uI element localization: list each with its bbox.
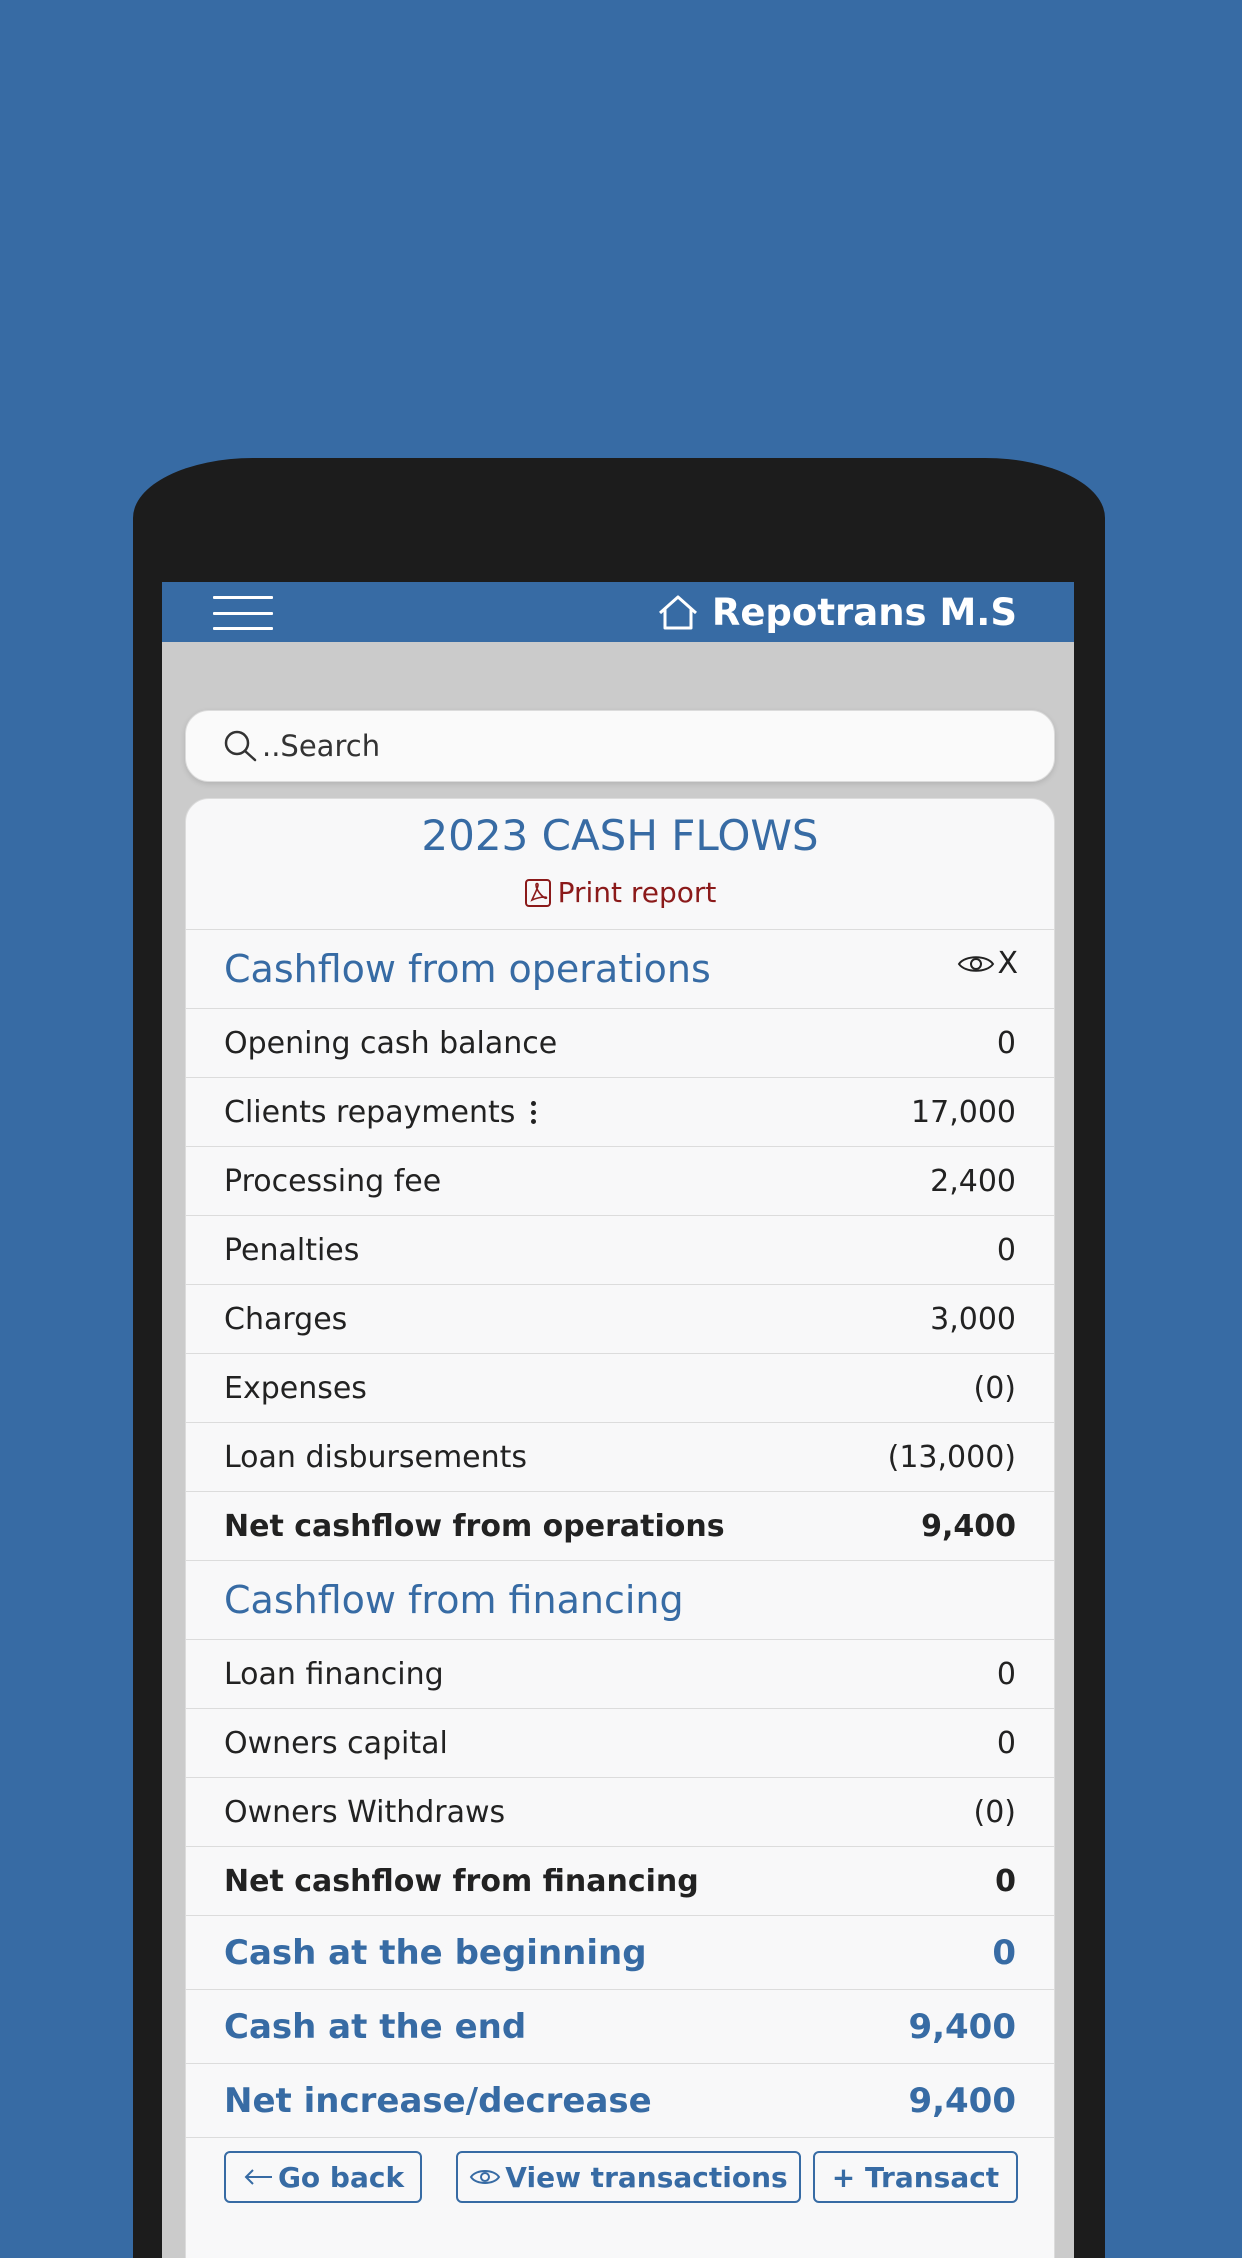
operations-total-row: Net cashflow from operations 9,400 bbox=[186, 1491, 1054, 1560]
table-row: Loan disbursements (13,000) bbox=[186, 1422, 1054, 1491]
home-icon bbox=[658, 595, 697, 630]
row-value: (0) bbox=[973, 1794, 1017, 1830]
row-label: Owners capital bbox=[224, 1725, 448, 1761]
row-value: 9,400 bbox=[908, 2080, 1016, 2121]
table-row: Loan financing 0 bbox=[186, 1639, 1054, 1708]
cash-end-row: Cash at the end 9,400 bbox=[186, 1989, 1054, 2063]
eye-icon bbox=[958, 955, 995, 972]
go-back-label: Go back bbox=[277, 2160, 405, 2194]
row-label: Loan disbursements bbox=[224, 1439, 528, 1475]
pdf-icon bbox=[524, 879, 551, 907]
table-row: Owners Withdraws (0) bbox=[186, 1777, 1054, 1846]
table-row: Expenses (0) bbox=[186, 1353, 1054, 1422]
table-row: Opening cash balance 0 bbox=[186, 1008, 1054, 1077]
financing-heading-text: Cashflow from financing bbox=[224, 1578, 684, 1622]
search-input[interactable] bbox=[262, 729, 1022, 763]
toggle-visibility-button[interactable]: X bbox=[957, 946, 1018, 981]
eye-icon bbox=[470, 2170, 501, 2184]
more-options-icon[interactable] bbox=[527, 1099, 540, 1126]
table-row: Owners capital 0 bbox=[186, 1708, 1054, 1777]
row-label: Processing fee bbox=[224, 1163, 442, 1199]
arrow-left-icon bbox=[244, 2169, 272, 2185]
transact-button[interactable]: + Transact bbox=[813, 2151, 1018, 2203]
search-icon bbox=[224, 730, 257, 762]
search-bar bbox=[185, 710, 1055, 782]
print-report-link[interactable]: Print report bbox=[186, 873, 1054, 913]
cash-beginning-row: Cash at the beginning 0 bbox=[186, 1915, 1054, 1989]
row-label: Clients repayments bbox=[224, 1094, 516, 1130]
table-row: Charges 3,000 bbox=[186, 1284, 1054, 1353]
row-label: Expenses bbox=[224, 1370, 367, 1406]
row-value: 0 bbox=[995, 1863, 1016, 1899]
row-label: Net cashflow from operations bbox=[224, 1508, 725, 1544]
transact-label: + Transact bbox=[831, 2160, 1000, 2194]
table-row: Clients repayments 17,000 bbox=[186, 1077, 1054, 1146]
row-value: (0) bbox=[973, 1370, 1017, 1406]
brand-link[interactable]: Repotrans M.S bbox=[656, 582, 1017, 642]
row-label: Penalties bbox=[224, 1232, 360, 1268]
phone-frame: Repotrans M.S 2023 CASH FLOWS Print repo… bbox=[133, 458, 1105, 2258]
row-value: (13,000) bbox=[887, 1439, 1016, 1475]
financing-heading: Cashflow from financing bbox=[186, 1560, 1054, 1639]
row-value: 9,400 bbox=[921, 1508, 1016, 1544]
go-back-button[interactable]: Go back bbox=[224, 2151, 422, 2203]
row-value: 9,400 bbox=[908, 2006, 1016, 2047]
row-value: 0 bbox=[996, 1232, 1016, 1268]
row-label: Cash at the beginning bbox=[224, 1932, 647, 1973]
row-label: Loan financing bbox=[224, 1656, 444, 1692]
row-label: Opening cash balance bbox=[224, 1025, 558, 1061]
row-value: 0 bbox=[992, 1932, 1016, 1973]
menu-icon[interactable] bbox=[213, 596, 273, 630]
print-report-label: Print report bbox=[557, 876, 717, 909]
net-change-row: Net increase/decrease 9,400 bbox=[186, 2063, 1054, 2137]
row-label: Owners Withdraws bbox=[224, 1794, 506, 1830]
row-label: Net cashflow from financing bbox=[224, 1863, 699, 1899]
row-value: 0 bbox=[996, 1656, 1016, 1692]
row-value: 0 bbox=[996, 1025, 1016, 1061]
view-transactions-button[interactable]: View transactions bbox=[456, 2151, 801, 2203]
table-row: Processing fee 2,400 bbox=[186, 1146, 1054, 1215]
row-value: 2,400 bbox=[930, 1163, 1016, 1199]
cashflow-card: 2023 CASH FLOWS Print report Cashflow fr… bbox=[185, 798, 1055, 2258]
report-title: 2023 CASH FLOWS bbox=[421, 811, 819, 860]
view-transactions-label: View transactions bbox=[505, 2160, 788, 2194]
row-label: Cash at the end bbox=[224, 2006, 527, 2047]
row-value: 17,000 bbox=[911, 1094, 1016, 1130]
operations-heading: Cashflow from operations X bbox=[186, 929, 1054, 1008]
action-bar: Go back View transactions + Transact bbox=[186, 2137, 1054, 2217]
brand-title: Repotrans M.S bbox=[711, 590, 1017, 634]
app-bar: Repotrans M.S bbox=[162, 582, 1074, 642]
toggle-close-label: X bbox=[997, 946, 1018, 981]
operations-heading-text: Cashflow from operations bbox=[224, 947, 711, 991]
row-value: 0 bbox=[996, 1725, 1016, 1761]
row-label: Charges bbox=[224, 1301, 348, 1337]
app-screen: Repotrans M.S 2023 CASH FLOWS Print repo… bbox=[162, 582, 1074, 2258]
financing-total-row: Net cashflow from financing 0 bbox=[186, 1846, 1054, 1915]
table-row: Penalties 0 bbox=[186, 1215, 1054, 1284]
row-value: 3,000 bbox=[930, 1301, 1016, 1337]
row-label: Net increase/decrease bbox=[224, 2080, 652, 2121]
